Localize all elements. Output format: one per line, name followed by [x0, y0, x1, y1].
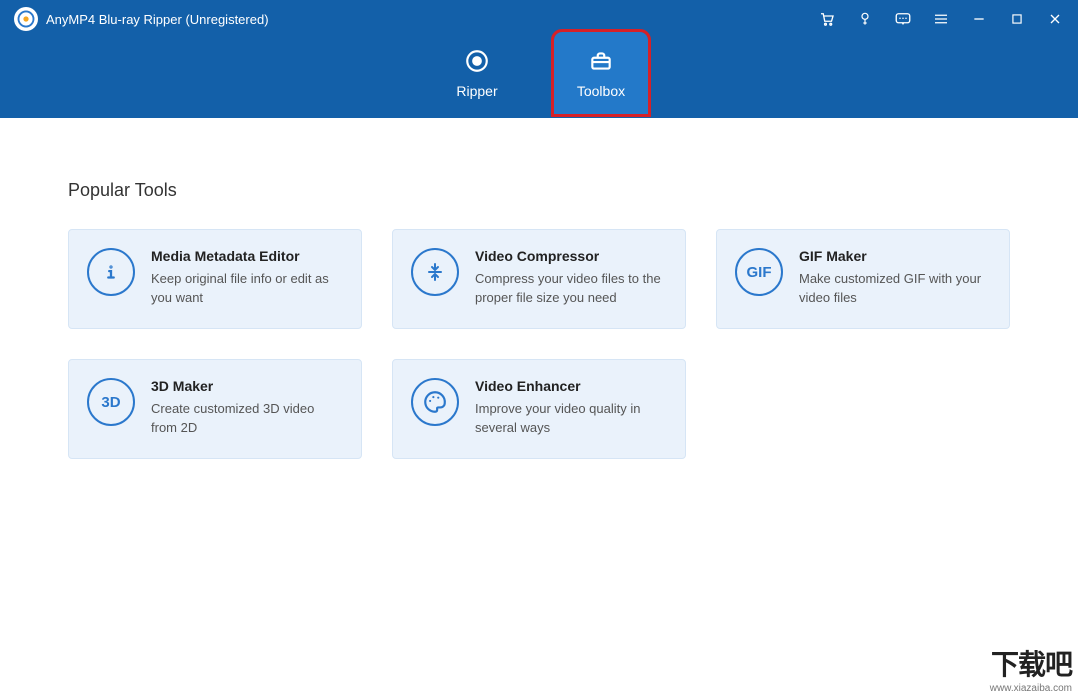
titlebar: AnyMP4 Blu-ray Ripper (Unregistered): [0, 0, 1078, 118]
tool-desc: Compress your video files to the proper …: [475, 270, 667, 308]
tool-title: Video Enhancer: [475, 378, 667, 394]
palette-icon: [411, 378, 459, 426]
minimize-icon[interactable]: [970, 10, 988, 28]
key-icon[interactable]: [856, 10, 874, 28]
tool-desc: Create customized 3D video from 2D: [151, 400, 343, 438]
tool-title: 3D Maker: [151, 378, 343, 394]
tool-video-compressor[interactable]: Video Compressor Compress your video fil…: [392, 229, 686, 329]
tab-toolbox[interactable]: Toolbox: [554, 32, 648, 114]
app-title: AnyMP4 Blu-ray Ripper (Unregistered): [46, 12, 269, 27]
info-icon: [87, 248, 135, 296]
tool-video-enhancer[interactable]: Video Enhancer Improve your video qualit…: [392, 359, 686, 459]
tool-media-metadata-editor[interactable]: Media Metadata Editor Keep original file…: [68, 229, 362, 329]
window-controls: [818, 10, 1064, 28]
3d-icon-text: 3D: [101, 394, 120, 411]
toolbox-icon: [587, 47, 615, 75]
watermark-small: www.xiazaiba.com: [990, 683, 1072, 694]
tab-toolbox-label: Toolbox: [577, 83, 625, 99]
close-icon[interactable]: [1046, 10, 1064, 28]
maximize-icon[interactable]: [1008, 10, 1026, 28]
feedback-icon[interactable]: [894, 10, 912, 28]
tool-gif-maker[interactable]: GIF GIF Maker Make customized GIF with y…: [716, 229, 1010, 329]
3d-icon: 3D: [87, 378, 135, 426]
gif-icon-text: GIF: [747, 264, 772, 281]
menu-icon[interactable]: [932, 10, 950, 28]
watermark: 下载吧 www.xiazaiba.com: [990, 643, 1072, 694]
tool-title: Video Compressor: [475, 248, 667, 264]
cart-icon[interactable]: [818, 10, 836, 28]
watermark-big: 下载吧: [990, 643, 1072, 683]
tool-desc: Keep original file info or edit as you w…: [151, 270, 343, 308]
tool-title: Media Metadata Editor: [151, 248, 343, 264]
content-area: Popular Tools Media Metadata Editor Keep…: [0, 118, 1078, 459]
compress-icon: [411, 248, 459, 296]
section-title: Popular Tools: [68, 180, 1010, 201]
tab-ripper-label: Ripper: [456, 83, 497, 99]
tool-title: GIF Maker: [799, 248, 991, 264]
tab-ripper[interactable]: Ripper: [430, 32, 524, 114]
tools-grid: Media Metadata Editor Keep original file…: [68, 229, 1010, 459]
app-logo-icon: [14, 7, 38, 31]
tool-3d-maker[interactable]: 3D 3D Maker Create customized 3D video f…: [68, 359, 362, 459]
tool-desc: Improve your video quality in several wa…: [475, 400, 667, 438]
tabs-row: Ripper Toolbox: [0, 32, 1078, 118]
ripper-icon: [463, 47, 491, 75]
titlebar-top-row: AnyMP4 Blu-ray Ripper (Unregistered): [0, 0, 1078, 30]
tool-desc: Make customized GIF with your video file…: [799, 270, 991, 308]
gif-icon: GIF: [735, 248, 783, 296]
